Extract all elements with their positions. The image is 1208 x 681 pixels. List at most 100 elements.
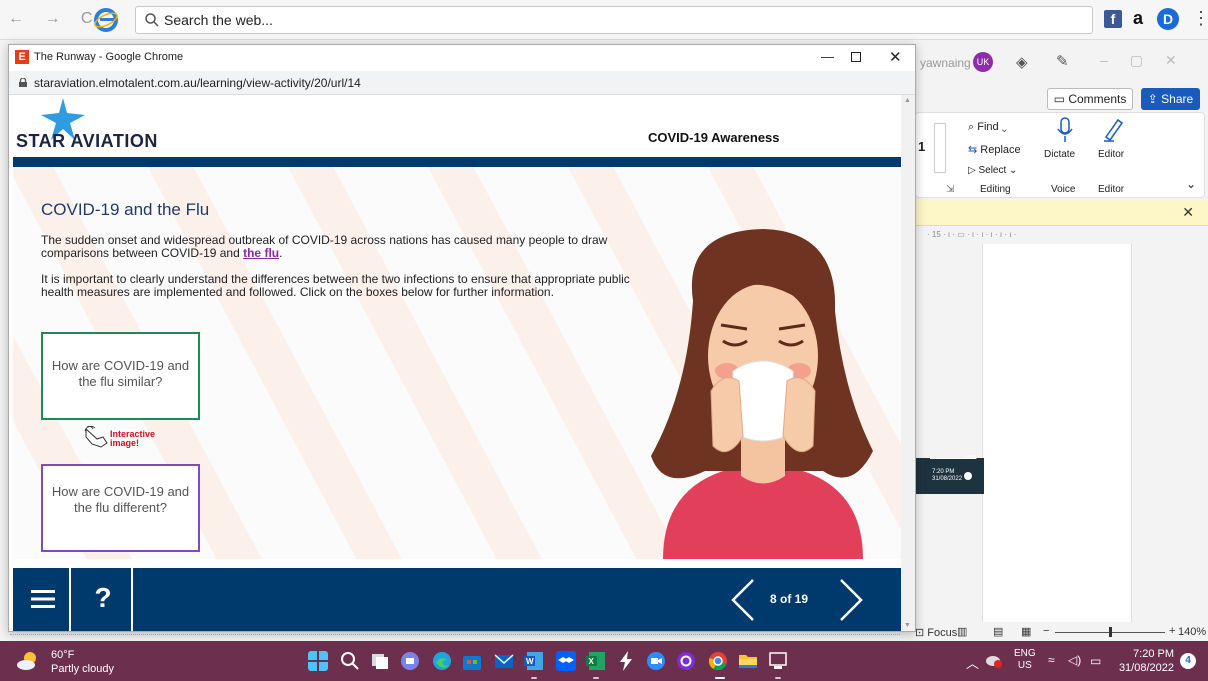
select-button[interactable]: ▷ Select ⌄ [968,165,1017,176]
vertical-scrollbar[interactable]: ▲ ▼ [901,95,915,631]
close-button[interactable]: ✕ [889,48,902,66]
address-bar[interactable]: staraviation.elmotalent.com.au/learning/… [9,71,915,95]
menu-button[interactable] [13,568,71,631]
wifi-icon[interactable]: ≈ [1048,653,1055,667]
running-indicator [593,677,599,679]
diamond-icon[interactable]: ◈ [1016,53,1028,71]
clock-time: 7:20 PM [1133,648,1174,660]
intro-paragraph: The sudden onset and widespread outbreak… [41,234,631,260]
lightning-icon[interactable] [616,651,636,671]
help-button[interactable]: ? [73,568,133,631]
volume-icon[interactable]: ◁) [1068,653,1081,667]
comments-button[interactable]: ▭ Comments [1047,88,1133,110]
different-info-box[interactable]: How are COVID-19 and the flu different? [41,464,200,552]
windows-start-icon[interactable] [308,651,328,671]
show-hidden-icons-chevron[interactable]: ︿ [966,653,979,672]
focus-label: Focus [927,627,958,639]
search-icon[interactable] [340,651,360,671]
app-circle-icon[interactable] [676,651,696,671]
word-document-page[interactable] [982,244,1132,624]
partly-cloudy-icon[interactable] [16,650,40,672]
battery-icon[interactable]: ▭ [1090,654,1101,668]
instructions-paragraph: It is important to clearly understand th… [41,272,630,299]
zoom-slider-handle[interactable] [1109,627,1112,637]
lock-icon[interactable] [19,78,27,87]
chrome-icon[interactable] [708,651,728,671]
comments-label: Comments [1068,92,1127,106]
web-layout-icon[interactable]: ▦ [1021,625,1031,638]
dialog-launcher-icon[interactable]: ⇲ [946,184,954,195]
amazon-icon[interactable]: a [1133,8,1143,29]
search-placeholder: Search the web... [164,12,273,28]
input-language-indicator[interactable]: ENG US [1014,648,1036,672]
font-size-fragment[interactable]: 1 [918,139,925,154]
the-flu-link[interactable]: the flu [243,246,279,260]
zoom-level[interactable]: 140% [1178,626,1206,638]
browser-menu-icon[interactable]: ⋮ [1192,8,1208,29]
word-icon[interactable]: W [524,651,544,671]
task-view-icon[interactable] [370,651,390,671]
find-button[interactable]: ⌕ Find ⌄ [968,121,1007,134]
print-layout-icon[interactable]: ▤ [993,625,1003,638]
focus-button[interactable]: ⊡ Focus [915,626,957,639]
zoom-in-icon[interactable]: + [1169,625,1175,637]
clock[interactable]: 7:20 PM 31/08/2022 [1118,647,1174,675]
font-size-spinner[interactable] [934,123,946,173]
pen-icon[interactable]: ✎ [1056,52,1069,70]
security-alert-icon[interactable] [986,654,1002,668]
browser-nav-buttons[interactable]: ← → C [8,10,100,28]
active-indicator [715,677,725,679]
hamburger-menu-icon [31,590,55,608]
web-search-input[interactable]: Search the web... [135,6,1093,34]
scroll-down-icon[interactable]: ▼ [904,622,911,629]
minimize-button[interactable]: — [821,49,834,64]
avatar[interactable]: UK [973,52,993,72]
interactive-image-label: Interactive image! [110,430,155,448]
replace-button[interactable]: ⇆ Replace [968,143,1021,156]
share-button[interactable]: ⇪ Share [1141,88,1200,110]
thumb-date: 31/08/2022 [932,476,963,482]
slide-title: COVID-19 and the Flu [41,200,210,219]
next-page-button[interactable] [835,578,867,622]
close-icon[interactable]: ✕ [1182,204,1194,221]
microsoft-store-icon[interactable] [462,651,482,671]
notification-badge[interactable]: 4 [1180,653,1196,669]
weather-temperature[interactable]: 60°F [51,649,74,661]
interactive-line2: image! [110,438,140,448]
url-text[interactable]: staraviation.elmotalent.com.au/learning/… [34,76,361,90]
dictate-button[interactable]: Dictate [1044,149,1075,160]
star-aviation-logo: STAR AVIATION [16,131,158,151]
facebook-icon[interactable]: f [1104,10,1122,28]
teams-chat-icon[interactable] [400,651,420,671]
internet-explorer-icon[interactable] [94,8,118,32]
replace-label: Replace [980,144,1021,156]
weather-description[interactable]: Partly cloudy [51,663,114,675]
editor-button[interactable]: Editor [1098,149,1124,160]
zoom-meetings-icon[interactable] [646,651,666,671]
previous-page-button[interactable] [727,578,759,622]
word-notification-bar: ✕ [915,200,1208,226]
extension-icon[interactable]: D [1157,8,1179,30]
similar-info-box[interactable]: How are COVID-19 and the flu similar? [41,332,200,420]
comment-icon: ▭ [1053,92,1069,106]
zoom-out-icon[interactable]: − [1043,625,1049,637]
taskbar-preview-thumbnail: 140% 7:20 PM 31/08/2022 [916,455,984,494]
mail-icon[interactable] [494,651,514,671]
thumb-time: 7:20 PM [932,469,955,475]
file-explorer-icon[interactable] [738,651,758,671]
dropbox-icon[interactable] [556,651,576,671]
word-ruler: · 15 · ı · ▭ · ı · ı · ı · ı · ı · [927,230,1017,239]
word-status-bar: ⊡ Focus ▥ ▤ ▦ − + 140% [915,622,1208,642]
voice-group-label: Voice [1051,184,1076,195]
maximize-button[interactable] [851,52,861,62]
ribbon-collapse-icon[interactable]: ⌄ [1186,177,1196,191]
background-browser-toolbar: ← → C Search the web... f a D ⋮ [0,0,1208,40]
elmo-favicon-icon: E [15,50,29,64]
word-window-controls[interactable]: –▢✕ [1100,52,1199,69]
scroll-up-icon[interactable]: ▲ [904,97,911,104]
edge-icon[interactable] [432,651,452,671]
read-mode-icon[interactable]: ▥ [957,625,967,638]
desktop-app-icon[interactable] [768,651,788,671]
course-title: COVID-19 Awareness [648,130,780,145]
excel-icon[interactable]: X [586,651,606,671]
